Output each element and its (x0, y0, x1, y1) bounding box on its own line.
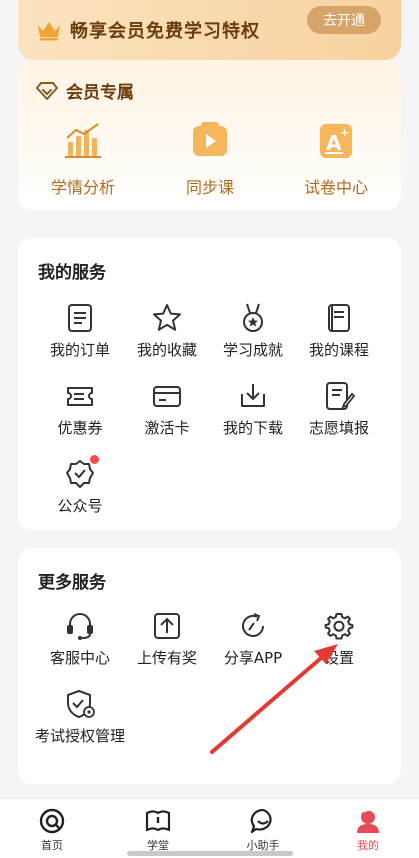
service-label: 激活卡 (144, 419, 190, 437)
exam-paper-icon: A + (320, 124, 352, 158)
star-icon (153, 304, 181, 331)
vip-section-title: 会员专属 (66, 83, 134, 103)
vip-item-sync-course[interactable]: 同步课 (155, 120, 265, 198)
tab-mine[interactable]: 我的 (338, 807, 398, 853)
upload-icon (154, 613, 180, 639)
card-icon (153, 386, 181, 407)
home-icon (39, 808, 65, 834)
vip-item-label: 学情分析 (50, 178, 115, 197)
profile-icon (357, 809, 379, 833)
service-achievements[interactable]: 学习成就 (208, 302, 298, 360)
vip-exclusive-card: 会员专属 学情分析 同步课 A + 试卷中心 (18, 60, 401, 210)
service-settings[interactable]: 设置 (294, 610, 384, 668)
form-edit-icon (326, 382, 355, 410)
tab-label: 首页 (41, 839, 63, 852)
more-services-title: 更多服务 (38, 573, 106, 593)
service-label: 我的订单 (49, 341, 110, 359)
vip-item-label: 同步课 (185, 178, 234, 197)
vip-item-analysis[interactable]: 学情分析 (28, 120, 138, 198)
svg-text:+: + (340, 126, 349, 139)
headset-icon (67, 613, 93, 640)
more-services-card: 更多服务 客服中心 上传有奖 分享APP 设置 考试授权管理 (18, 548, 401, 784)
chat-icon (250, 808, 272, 834)
vip-item-exam-center[interactable]: A + 试卷中心 (281, 120, 391, 198)
share-icon (242, 613, 264, 637)
service-label: 设置 (323, 649, 354, 667)
service-my-courses[interactable]: 我的课程 (294, 302, 384, 360)
service-label: 我的课程 (308, 341, 369, 359)
video-play-icon (193, 122, 227, 156)
tab-label: 我的 (357, 839, 379, 852)
service-label: 学习成就 (222, 341, 283, 359)
service-activation-card[interactable]: 激活卡 (122, 380, 212, 438)
service-application[interactable]: 志愿填报 (294, 380, 384, 438)
medal-icon (243, 303, 263, 332)
my-services-title: 我的服务 (38, 263, 106, 283)
service-label: 我的下载 (222, 419, 283, 437)
shield-gear-icon (67, 690, 95, 718)
service-customer-center[interactable]: 客服中心 (35, 610, 125, 668)
bottom-tabbar: 首页 学堂 小助手 我的 (0, 798, 419, 858)
service-label: 考试授权管理 (35, 727, 126, 745)
service-label: 客服中心 (49, 649, 110, 667)
service-label: 我的收藏 (136, 341, 197, 359)
official-account-icon-wrap (64, 455, 99, 490)
book-icon (145, 810, 171, 832)
service-label: 公众号 (57, 497, 103, 515)
my-services-card: 我的服务 我的订单 我的收藏 学习成就 我的课程 优惠券 激活卡 我的下载 志愿… (18, 238, 401, 530)
home-indicator (127, 851, 293, 856)
course-icon (328, 304, 350, 332)
service-label: 志愿填报 (308, 419, 369, 437)
vip-banner-title: 畅享会员免费学习特权 (70, 21, 260, 42)
service-label: 优惠券 (57, 419, 103, 437)
service-official-account[interactable]: 公众号 (35, 455, 125, 516)
service-share-app[interactable]: 分享APP (208, 610, 298, 668)
open-vip-button[interactable]: 去开通 (307, 6, 381, 34)
download-icon (241, 384, 265, 407)
service-my-orders[interactable]: 我的订单 (35, 302, 125, 360)
service-my-favorites[interactable]: 我的收藏 (122, 302, 212, 360)
chart-icon (65, 123, 101, 158)
tab-assistant[interactable]: 小助手 (233, 807, 293, 853)
vip-item-label: 试卷中心 (303, 178, 368, 197)
tab-home[interactable]: 首页 (22, 807, 82, 853)
service-coupons[interactable]: 优惠券 (35, 380, 125, 438)
coupon-icon (67, 387, 93, 406)
crown-icon (38, 22, 60, 41)
tab-school[interactable]: 学堂 (128, 807, 188, 853)
service-exam-authorization[interactable]: 考试授权管理 (35, 688, 125, 746)
gear-icon (324, 613, 354, 640)
service-my-downloads[interactable]: 我的下载 (208, 380, 298, 438)
notification-badge (90, 455, 99, 464)
order-icon (68, 304, 92, 332)
vip-section-header: 会员专属 (36, 78, 134, 103)
vip-banner[interactable]: 畅享会员免费学习特权 去开通 (18, 0, 401, 60)
service-label: 分享APP (223, 649, 283, 667)
service-upload-reward[interactable]: 上传有奖 (122, 610, 212, 668)
service-label: 上传有奖 (136, 649, 197, 667)
diamond-icon (36, 81, 58, 100)
